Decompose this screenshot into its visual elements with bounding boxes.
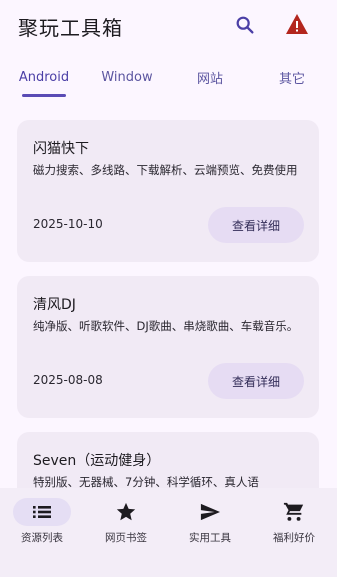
search-icon — [236, 16, 254, 34]
resource-card[interactable]: 清风DJ 纯净版、听歌软件、DJ歌曲、串烧歌曲、车载音乐。 2025-08-08… — [17, 276, 319, 418]
cart-icon — [283, 502, 304, 521]
nav-item-deals[interactable]: 福利好价 — [252, 488, 336, 577]
resource-list[interactable]: 闪猫快下 磁力搜索、多线路、下载解析、云端预览、免费使用 2025-10-10 … — [0, 108, 337, 488]
app-bar: 聚玩工具箱 — [0, 0, 337, 52]
list-icon — [33, 506, 51, 518]
nav-label: 福利好价 — [273, 532, 315, 544]
view-details-button[interactable]: 查看详细 — [208, 207, 304, 243]
nav-item-utility-tools[interactable]: 实用工具 — [168, 488, 252, 577]
search-button[interactable] — [232, 12, 258, 38]
card-date: 2025-08-08 — [33, 373, 103, 387]
card-title: 清风DJ — [33, 297, 76, 313]
nav-label: 网页书签 — [105, 532, 147, 544]
card-title: 闪猫快下 — [33, 141, 89, 157]
warning-icon — [286, 14, 308, 34]
tab-window[interactable]: Window — [96, 60, 158, 94]
card-description: 特别版、无器械、7分钟、科学循环、真人语 — [33, 475, 259, 488]
card-title: Seven（运动健身） — [33, 453, 161, 469]
tab-android[interactable]: Android — [14, 60, 74, 94]
resource-card[interactable]: Seven（运动健身） 特别版、无器械、7分钟、科学循环、真人语 — [17, 432, 319, 488]
star-icon — [116, 502, 136, 521]
bottom-navigation: 资源列表 网页书签 实用工具 福利好价 — [0, 488, 337, 577]
card-date: 2025-10-10 — [33, 217, 103, 231]
tab-other[interactable]: 其它 — [262, 60, 322, 94]
tab-indicator — [22, 94, 66, 97]
view-details-button[interactable]: 查看详细 — [208, 363, 304, 399]
resource-card[interactable]: 闪猫快下 磁力搜索、多线路、下载解析、云端预览、免费使用 2025-10-10 … — [17, 120, 319, 262]
nav-item-resource-list[interactable]: 资源列表 — [0, 488, 84, 577]
card-description: 纯净版、听歌软件、DJ歌曲、串烧歌曲、车载音乐。 — [33, 319, 299, 333]
nav-item-web-bookmarks[interactable]: 网页书签 — [84, 488, 168, 577]
app-title: 聚玩工具箱 — [18, 16, 123, 40]
send-icon — [200, 503, 220, 521]
warning-button[interactable] — [284, 11, 310, 37]
nav-active-indicator — [13, 498, 71, 526]
nav-label: 资源列表 — [21, 532, 63, 544]
nav-label: 实用工具 — [189, 532, 231, 544]
tab-website[interactable]: 网站 — [180, 60, 240, 94]
card-description: 磁力搜索、多线路、下载解析、云端预览、免费使用 — [33, 163, 298, 177]
